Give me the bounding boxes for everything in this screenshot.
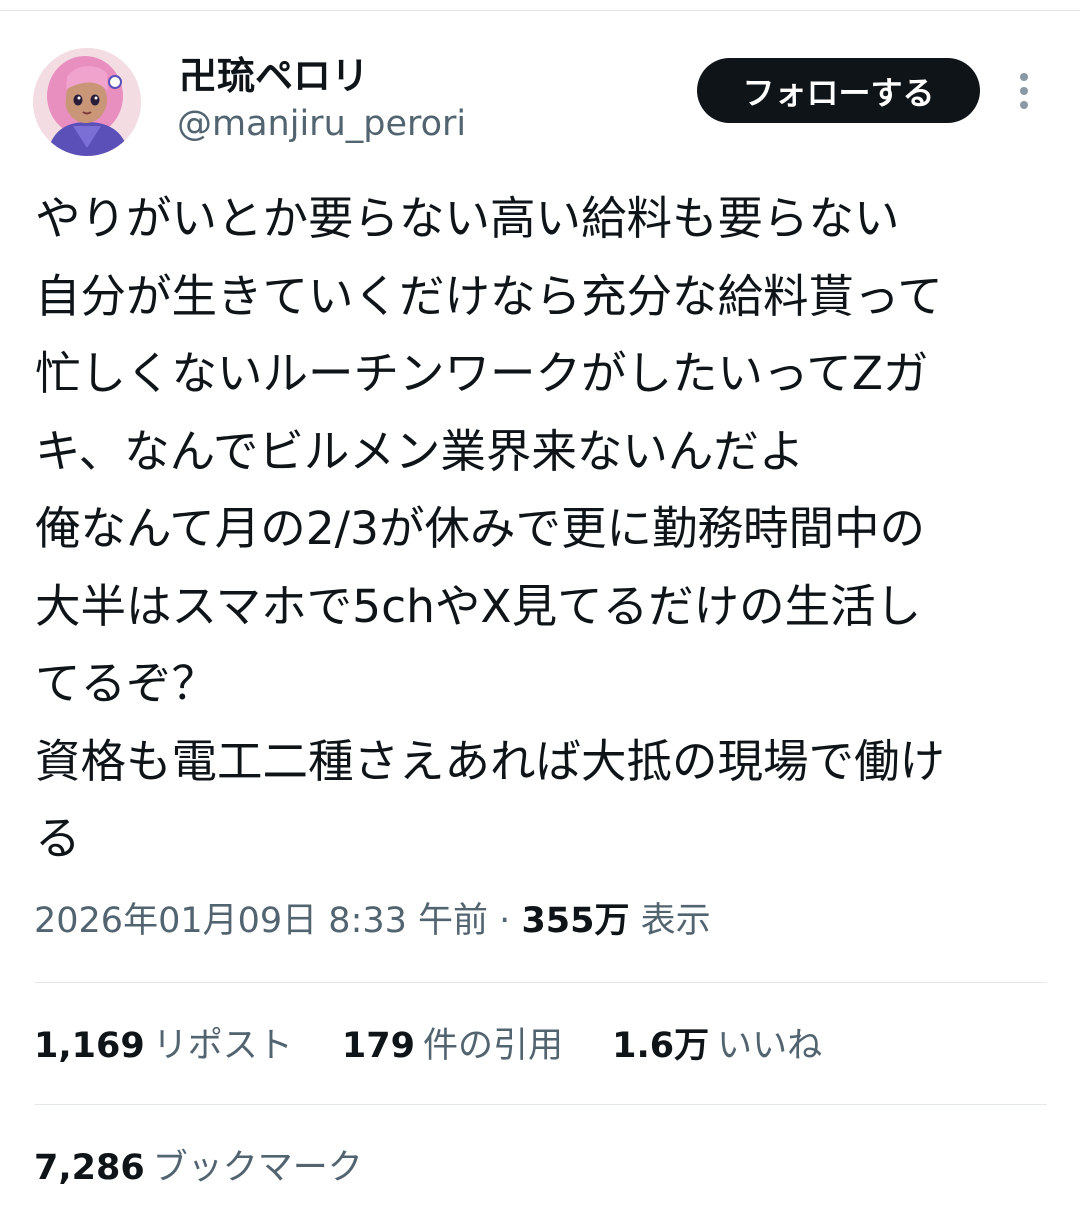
tweet-line: 俺なんて月の2/3が休みで更に勤務時間中の [35, 502, 925, 555]
tweet-text: やりがいとか要らない高い給料も要らない 自分が生きていくだけなら充分な給料貰って… [35, 180, 1045, 878]
divider [35, 982, 1047, 983]
tweet-line: 忙しくないルーチンワークがしたいってZガ [35, 347, 929, 400]
avatar-image [33, 48, 141, 156]
divider [35, 1104, 1047, 1105]
bookmarks-stat[interactable]: 7,286 ブックマーク [34, 1142, 363, 1194]
views-label: 表示 [640, 901, 711, 941]
engagement-stats: 1,169 リポスト 179 件の引用 1.6万 いいね [34, 1020, 860, 1072]
meta-separator: · [499, 901, 511, 941]
more-vertical-icon [1020, 73, 1028, 109]
likes-stat[interactable]: 1.6万 いいね [612, 1020, 822, 1072]
tweet-line: やりがいとか要らない高い給料も要らない [35, 192, 900, 245]
quotes-stat[interactable]: 179 件の引用 [342, 1020, 563, 1072]
likes-count: 1.6万 [612, 1026, 710, 1066]
tweet-meta: 2026年01月09日 8:33 午前 · 355万 表示 [34, 895, 711, 947]
avatar[interactable] [33, 48, 141, 156]
tweet-line: キ、なんでビルメン業界来ないんだよ [35, 424, 805, 478]
views-count: 355万 [521, 901, 630, 941]
display-name[interactable]: 卍琉ペロリ [179, 54, 369, 98]
bookmarks-label: ブックマーク [152, 1148, 363, 1188]
tweet-date[interactable]: 2026年01月09日 [34, 901, 317, 941]
more-button[interactable] [1004, 70, 1044, 112]
follow-button[interactable]: フォローする [697, 58, 980, 123]
user-handle[interactable]: @manjiru_perori [177, 103, 466, 145]
bookmarks-count: 7,286 [34, 1148, 145, 1188]
tweet-line: 資格も電工二種さえあれば大抵の現場で働け [35, 734, 946, 788]
follow-button-label: フォローする [742, 73, 935, 112]
likes-label: いいね [717, 1026, 823, 1066]
tweet-line: てるぞ？ [35, 657, 218, 710]
tweet-time[interactable]: 8:33 午前 [328, 901, 488, 941]
reposts-stat[interactable]: 1,169 リポスト [34, 1020, 293, 1072]
quotes-count: 179 [341, 1026, 415, 1066]
tweet-line: 大半はスマホで5chやX見てるだけの生活し [35, 579, 922, 633]
quotes-label: 件の引用 [422, 1026, 563, 1066]
reposts-count: 1,169 [34, 1026, 145, 1066]
reposts-label: リポスト [152, 1026, 293, 1066]
tweet-header: 卍琉ペロリ @manjiru_perori フォローする [0, 0, 1080, 170]
tweet-line: る [35, 812, 81, 865]
tweet-line: 自分が生きていくだけなら充分な給料貰って [35, 269, 943, 323]
